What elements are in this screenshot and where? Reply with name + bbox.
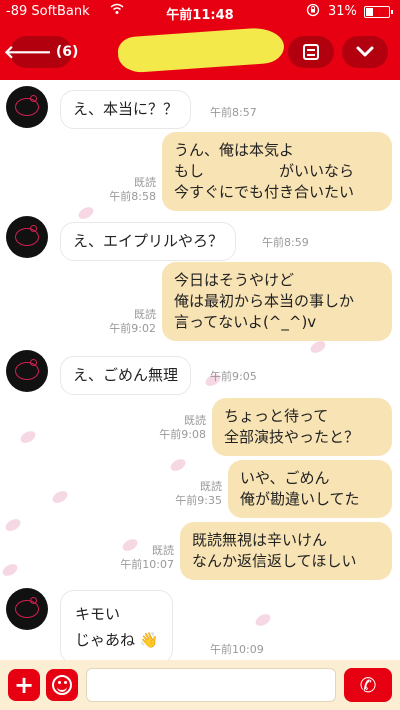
- message-bubble: うん、俺は本気よ もし がいいなら 今すぐにでも付き合いたい: [162, 132, 392, 211]
- status-bar: -89 SoftBank 午前11:48 31%: [0, 0, 400, 24]
- call-button[interactable]: ✆: [344, 668, 392, 702]
- chevron-down-icon: [356, 43, 374, 62]
- petal-decoration: [0, 561, 20, 579]
- avatar[interactable]: [6, 588, 48, 630]
- battery-icon: [364, 6, 393, 18]
- message-meta: 既読 午前10:07: [120, 544, 174, 571]
- petal-decoration: [50, 488, 70, 506]
- chat-area[interactable]: え、本当に？？ 午前8:57 既読 午前8:58 うん、俺は本気よ もし がいい…: [0, 80, 400, 660]
- battery-percent: 31%: [328, 4, 357, 19]
- petal-decoration: [253, 611, 273, 629]
- message-bubble: え、本当に？？: [60, 90, 192, 129]
- message-meta: 既読 午前9:35: [175, 480, 222, 507]
- message-bubble: ちょっと待って 全部演技やったと？: [212, 398, 392, 456]
- message-meta: 既読 午前9:02: [109, 308, 156, 335]
- plus-icon: +: [13, 671, 35, 699]
- menu-icon: [303, 44, 319, 60]
- message-meta: 既読 午前8:58: [109, 176, 156, 203]
- chat-header: 🡐 (6): [0, 24, 400, 80]
- rotation-lock-icon: [306, 3, 320, 20]
- dropdown-button[interactable]: [342, 36, 388, 68]
- plus-button[interactable]: +: [8, 669, 40, 701]
- avatar[interactable]: [6, 86, 48, 128]
- petal-decoration: [76, 204, 96, 222]
- message-time: 午前8:59: [262, 236, 309, 249]
- back-button[interactable]: 🡐 (6): [4, 36, 78, 68]
- message-bubble: 既読無視は辛いけん なんか返信返してほしい: [180, 522, 392, 580]
- menu-button[interactable]: [288, 36, 334, 68]
- battery-fill: [366, 8, 373, 16]
- emoji-button[interactable]: [46, 669, 78, 701]
- unread-count: (6): [55, 44, 79, 60]
- message-meta: 既読 午前9:08: [159, 414, 206, 441]
- message-bubble: いや、ごめん 俺が勘違いしてた: [228, 460, 392, 518]
- input-bar: + ✆: [0, 660, 400, 710]
- message-bubble: キモい じゃあね 👋: [60, 590, 174, 660]
- message-input[interactable]: [86, 668, 336, 702]
- back-arrow-icon: 🡐: [3, 41, 52, 63]
- petal-decoration: [3, 516, 23, 534]
- emoji-icon: [52, 675, 72, 695]
- message-bubble: え、ごめん無理: [60, 356, 192, 395]
- petal-decoration: [308, 338, 328, 356]
- avatar[interactable]: [6, 350, 48, 392]
- contact-name-redacted: [116, 26, 286, 74]
- phone-icon: ✆: [359, 673, 377, 697]
- petal-decoration: [168, 456, 188, 474]
- avatar[interactable]: [6, 216, 48, 258]
- message-time: 午前10:09: [210, 643, 264, 656]
- message-bubble: え、エイプリルやろ？: [60, 222, 237, 261]
- message-time: 午前9:05: [210, 370, 257, 383]
- petal-decoration: [18, 428, 38, 446]
- message-time: 午前8:57: [210, 106, 257, 119]
- message-bubble: 今日はそうやけど 俺は最初から本当の事しか 言ってないよ(^_^)v: [162, 262, 392, 341]
